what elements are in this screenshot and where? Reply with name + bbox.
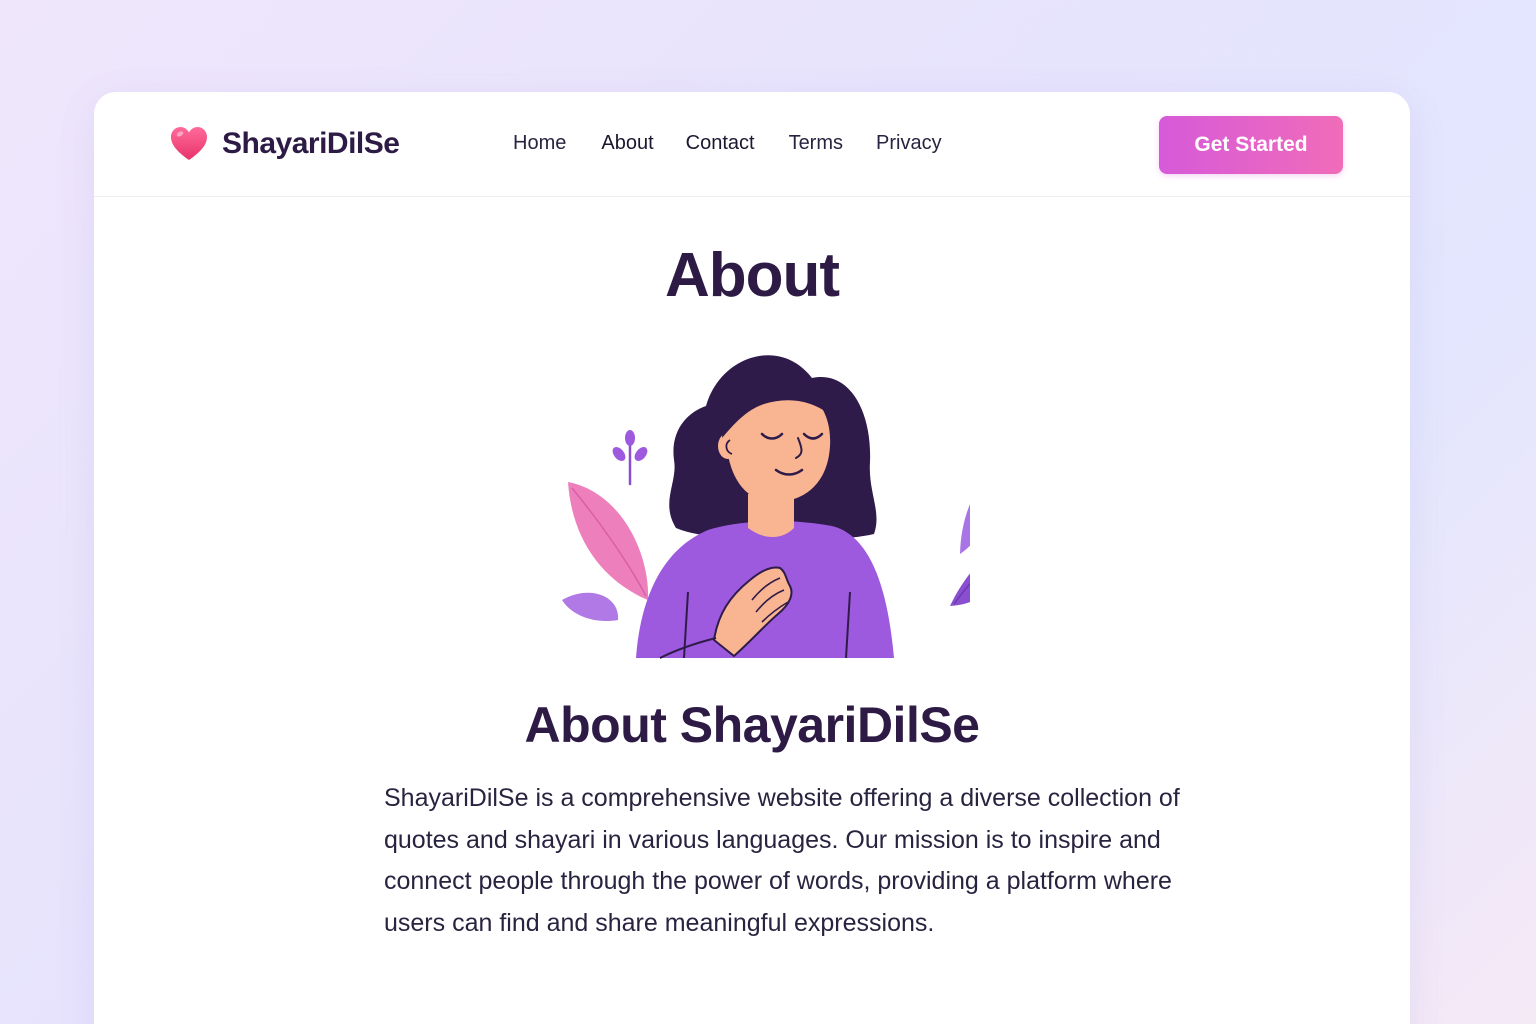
- get-started-button[interactable]: Get Started: [1159, 116, 1343, 174]
- nav-links: Home About Contact Terms Privacy: [513, 132, 942, 155]
- page-title: About: [664, 241, 840, 310]
- main-card: ShayariDilSe Home About Contact Terms Pr…: [94, 92, 1410, 1024]
- lilac-leaf: [562, 592, 619, 622]
- nav-link-terms[interactable]: Terms: [789, 132, 843, 155]
- sprig-icon: [612, 430, 648, 486]
- about-illustration: [550, 342, 1020, 677]
- about-heading: About ShayariDilSe: [524, 697, 981, 753]
- right-leaf-small: [960, 466, 997, 554]
- nav-link-about[interactable]: About: [601, 132, 653, 155]
- nav-link-privacy[interactable]: Privacy: [876, 132, 942, 155]
- nav-link-contact[interactable]: Contact: [686, 132, 755, 155]
- navbar: ShayariDilSe Home About Contact Terms Pr…: [94, 92, 1410, 197]
- heart-icon: [170, 126, 208, 162]
- brand-name: ShayariDilSe: [222, 127, 400, 160]
- pink-leaf: [568, 482, 649, 600]
- nav-link-home[interactable]: Home: [513, 132, 566, 155]
- about-description: ShayariDilSe is a comprehensive website …: [384, 784, 1180, 937]
- brand-logo[interactable]: ShayariDilSe: [170, 124, 400, 164]
